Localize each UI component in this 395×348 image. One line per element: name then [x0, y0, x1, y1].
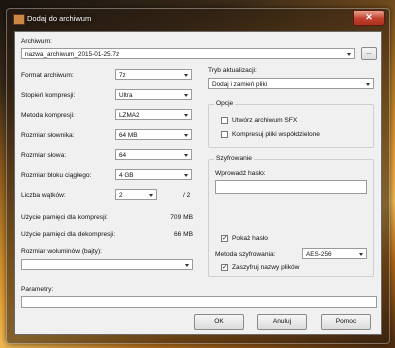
chevron-down-icon — [185, 264, 189, 267]
mem-decomp-value: 66 MB — [173, 231, 193, 238]
word-label: Rozmiar słowa: — [21, 152, 67, 159]
chevron-down-icon — [184, 134, 188, 137]
check-icon: ✓ — [222, 264, 228, 271]
title-bar[interactable]: Dodaj do archiwum ✕ — [7, 9, 389, 29]
show-password-label[interactable]: Pokaż hasło — [232, 235, 268, 242]
chevron-down-icon — [366, 83, 370, 86]
dialog-body: Archiwum: nazwa_archiwum_2015-01-25.7z .… — [14, 31, 382, 335]
threads-value: 2 — [119, 192, 123, 199]
update-select[interactable]: Dodaj i zamień pliki — [208, 78, 374, 89]
sfx-checkbox[interactable] — [221, 117, 228, 124]
archive-label: Archiwum: — [21, 38, 52, 45]
threads-select[interactable]: 2 — [115, 189, 157, 200]
browse-button[interactable]: ... — [361, 47, 377, 60]
params-label: Parametry: — [21, 286, 54, 293]
chevron-down-icon — [184, 174, 188, 177]
params-input[interactable] — [21, 296, 377, 308]
block-select[interactable]: 4 GB — [115, 169, 192, 180]
threads-label: Liczba wątków: — [21, 192, 66, 199]
show-password-checkbox[interactable]: ✓ — [221, 235, 228, 242]
format-value: 7z — [119, 72, 126, 79]
sfx-label[interactable]: Utwórz archiwum SFX — [232, 117, 297, 124]
block-label: Rozmiar bloku ciągłego: — [21, 172, 92, 179]
window-title: Dodaj do archiwum — [27, 14, 92, 23]
level-select[interactable]: Ultra — [115, 89, 192, 100]
dict-value: 64 MB — [119, 132, 138, 139]
chevron-down-icon — [347, 53, 351, 56]
encryption-group: Szyfrowanie Wprowadź hasło: ✓ Pokaż hasł… — [208, 155, 374, 277]
password-input[interactable] — [215, 180, 367, 194]
chevron-down-icon — [184, 154, 188, 157]
encrypt-names-label[interactable]: Zaszyfruj nazwy plików — [232, 264, 299, 271]
method-label: Metoda kompresji: — [21, 112, 75, 119]
close-button[interactable]: ✕ — [353, 10, 385, 26]
archive-path-value: nazwa_archiwum_2015-01-25.7z — [25, 51, 120, 58]
format-select[interactable]: 7z — [115, 69, 192, 80]
options-group: Opcje Utwórz archiwum SFX Kompresuj plik… — [208, 100, 374, 148]
word-select[interactable]: 64 — [115, 149, 192, 160]
chevron-down-icon — [184, 114, 188, 117]
cancel-button[interactable]: Anuluj — [257, 314, 307, 330]
shared-checkbox[interactable] — [221, 131, 228, 138]
dialog-window: Dodaj do archiwum ✕ Archiwum: nazwa_arch… — [6, 8, 390, 344]
threads-max: / 2 — [183, 192, 191, 199]
level-label: Stopień kompresji: — [21, 92, 76, 99]
dict-select[interactable]: 64 MB — [115, 129, 192, 140]
volumes-combo[interactable] — [21, 259, 193, 270]
enc-method-select[interactable]: AES-256 — [302, 248, 367, 259]
encryption-title: Szyfrowanie — [214, 155, 254, 162]
level-value: Ultra — [119, 92, 133, 99]
help-button[interactable]: Pomoc — [321, 314, 371, 330]
volumes-label: Rozmiar woluminów (bajty): — [21, 248, 102, 255]
chevron-down-icon — [149, 194, 153, 197]
mem-decomp-label: Użycie pamięci dla dekompresji: — [21, 231, 116, 238]
dict-label: Rozmiar słownika: — [21, 132, 75, 139]
update-label: Tryb aktualizacji: — [208, 67, 257, 74]
archive-app-icon — [13, 14, 25, 25]
ok-button[interactable]: OK — [194, 314, 244, 330]
method-select[interactable]: LZMA2 — [115, 109, 192, 120]
enc-method-label: Metoda szyfrowania: — [215, 251, 276, 258]
chevron-down-icon — [359, 253, 363, 256]
archive-path-combo[interactable]: nazwa_archiwum_2015-01-25.7z — [21, 48, 355, 59]
shared-label[interactable]: Kompresuj pliki współdzielone — [232, 131, 320, 138]
chevron-down-icon — [184, 74, 188, 77]
format-label: Format archiwum: — [21, 72, 74, 79]
check-icon: ✓ — [222, 235, 228, 242]
password-label: Wprowadź hasło: — [215, 170, 266, 177]
enc-method-value: AES-256 — [306, 251, 332, 258]
word-value: 64 — [119, 152, 127, 159]
options-title: Opcje — [214, 100, 236, 107]
method-value: LZMA2 — [119, 112, 140, 119]
chevron-down-icon — [184, 94, 188, 97]
mem-comp-value: 709 MB — [170, 214, 193, 221]
update-value: Dodaj i zamień pliki — [212, 81, 268, 88]
block-value: 4 GB — [119, 172, 134, 179]
encrypt-names-checkbox[interactable]: ✓ — [221, 264, 228, 271]
mem-comp-label: Użycie pamięci dla kompresji: — [21, 214, 108, 221]
